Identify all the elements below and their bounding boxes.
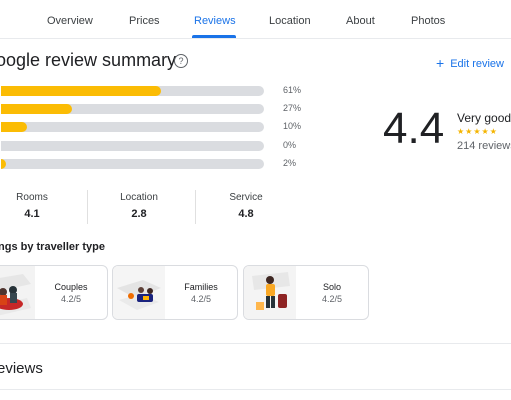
section-divider — [0, 389, 511, 390]
category-label: Location — [120, 192, 158, 203]
divider — [87, 190, 88, 224]
rating-bar-track — [1, 104, 264, 114]
overall-label: Very good — [457, 111, 511, 125]
traveller-type-label: Families — [184, 282, 218, 292]
star-rating-icon: ★★★★★ — [457, 127, 498, 136]
traveller-type-heading: ngs by traveller type — [0, 241, 105, 253]
rating-bar-percent: 2% — [283, 158, 297, 168]
tab-reviews[interactable]: Reviews — [194, 15, 236, 27]
traveller-card-solo[interactable]: Solo 4.2/5 — [243, 265, 369, 320]
rating-bar-track — [1, 122, 264, 132]
help-icon[interactable]: ? — [174, 54, 188, 68]
category-label: Service — [229, 192, 263, 203]
tab-bar: Overview Prices Reviews Location About P… — [0, 0, 511, 39]
divider — [195, 190, 196, 224]
active-tab-indicator — [192, 35, 236, 38]
rating-bar-fill — [1, 86, 162, 96]
traveller-type-score: 4.2/5 — [60, 294, 82, 304]
rating-bar-fill — [1, 159, 7, 169]
tab-prices[interactable]: Prices — [129, 15, 160, 27]
tab-photos[interactable]: Photos — [411, 15, 445, 27]
rating-bar-fill — [1, 122, 28, 132]
category-location: Location 2.8 — [106, 192, 172, 220]
rating-bar-percent: 27% — [283, 103, 302, 113]
plus-icon: + — [436, 55, 445, 71]
edit-review-button[interactable]: + Edit review — [436, 54, 504, 71]
traveller-type-label: Couples — [54, 282, 88, 292]
rating-bar-track — [1, 86, 264, 96]
rating-bar-percent: 61% — [283, 85, 302, 95]
tab-about[interactable]: About — [346, 15, 375, 27]
category-label: Rooms — [16, 192, 48, 203]
reviews-section-heading: eviews — [0, 360, 43, 377]
rating-bar-percent: 0% — [283, 140, 297, 150]
tab-overview[interactable]: Overview — [47, 15, 93, 27]
overall-score: 4.4 — [383, 104, 445, 153]
rating-bar-percent: 10% — [283, 121, 302, 131]
tab-location[interactable]: Location — [269, 15, 311, 27]
rating-bar-track — [1, 141, 264, 151]
category-service: Service 4.8 — [214, 192, 278, 220]
traveller-type-label: Solo — [322, 282, 341, 292]
edit-review-label: Edit review — [450, 58, 504, 70]
traveller-type-score: 4.2/5 — [190, 294, 212, 304]
review-summary-title: oogle review summary — [0, 50, 177, 70]
section-divider — [0, 343, 511, 344]
category-value: 4.8 — [238, 208, 254, 220]
families-illustration — [113, 266, 165, 319]
traveller-card-families[interactable]: Families 4.2/5 — [112, 265, 238, 320]
traveller-card-couples[interactable]: Couples 4.2/5 — [0, 265, 108, 320]
category-value: 2.8 — [131, 208, 147, 220]
rating-bar-fill — [1, 104, 72, 114]
solo-illustration — [244, 266, 296, 319]
category-value: 4.1 — [24, 208, 40, 220]
rating-bar-track — [1, 159, 264, 169]
category-rooms: Rooms 4.1 — [0, 192, 64, 220]
traveller-type-score: 4.2/5 — [321, 294, 343, 304]
couples-illustration — [0, 266, 35, 319]
reviews-count[interactable]: 214 reviews — [457, 140, 511, 152]
